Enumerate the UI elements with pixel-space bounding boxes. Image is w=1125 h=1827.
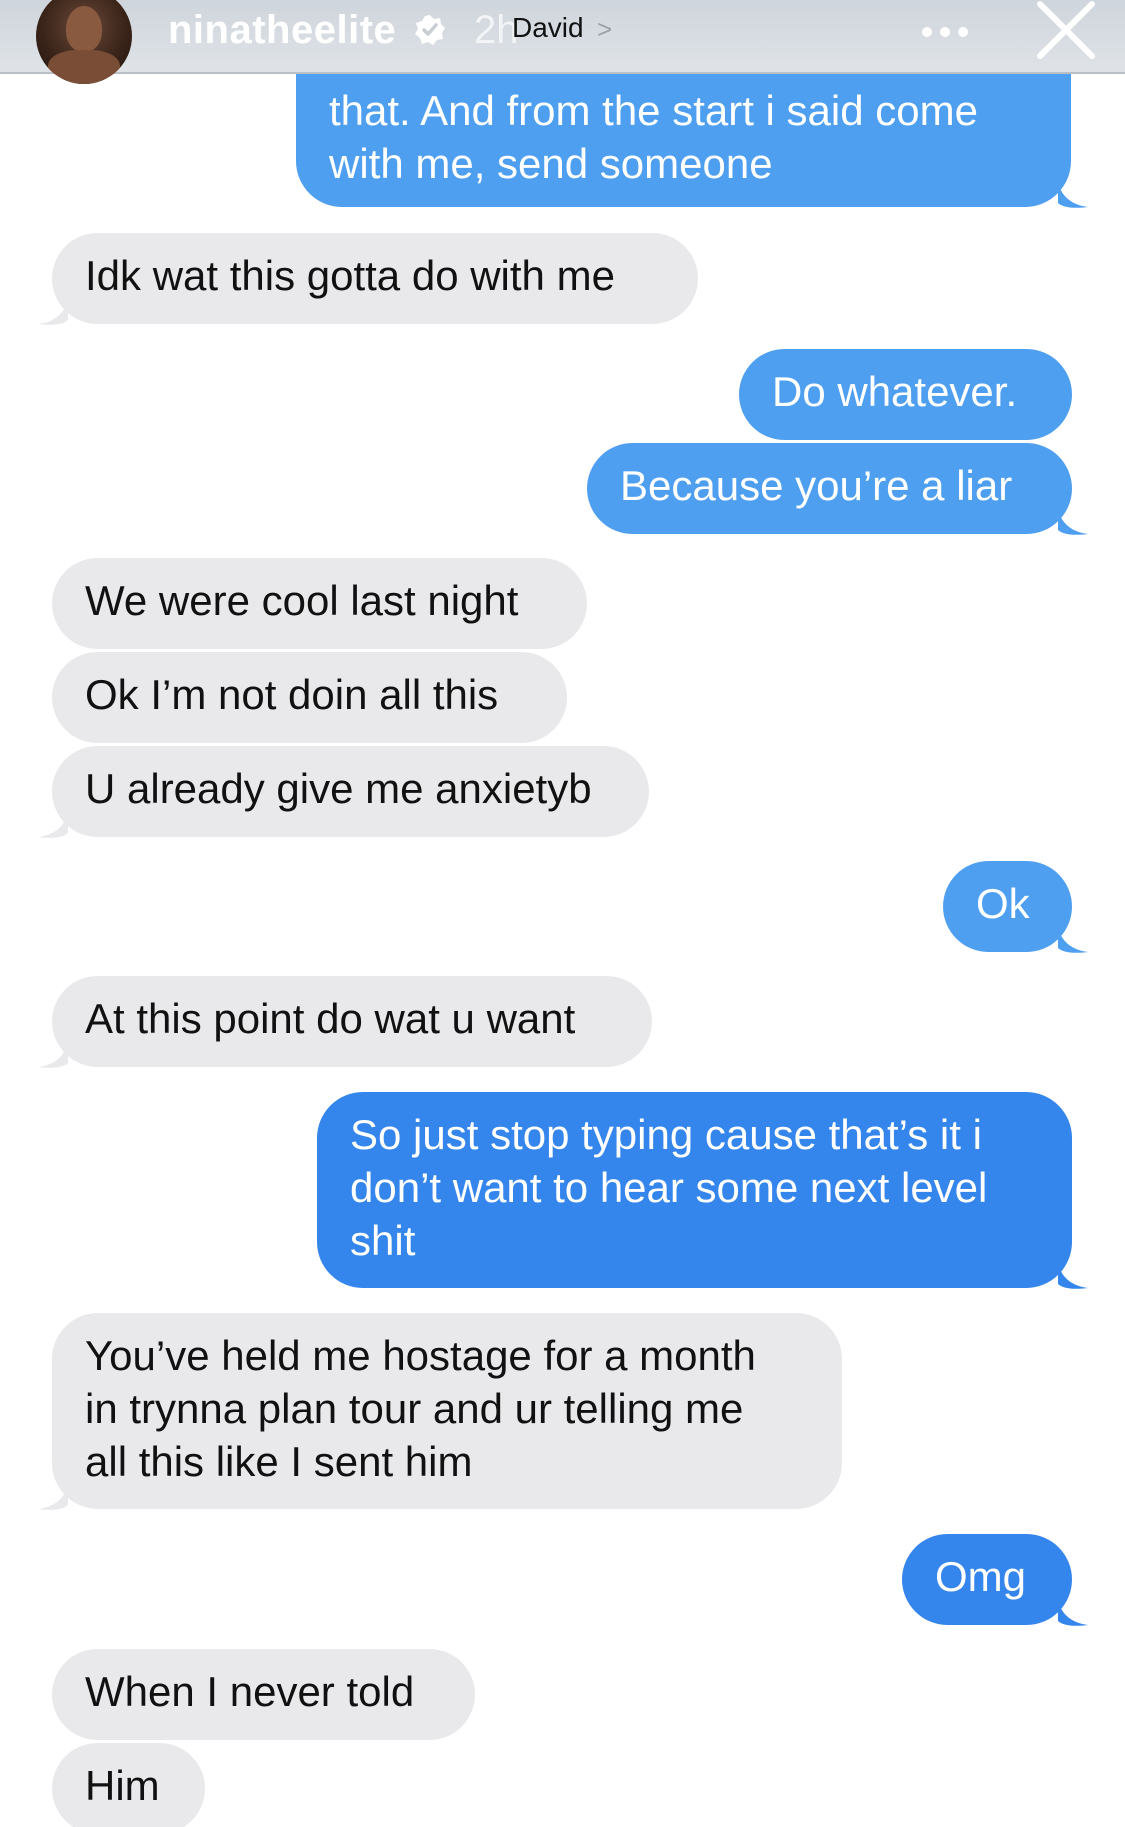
bubble-tail: [38, 1043, 68, 1068]
bubble-tail: [38, 1485, 68, 1510]
story-username[interactable]: ninatheelite: [168, 8, 396, 53]
message-bubble-incoming: Idk wat this gotta do with me: [52, 233, 698, 324]
bubble-tail: [38, 300, 68, 325]
message-bubble-incoming: You’ve held me hostage for a month in tr…: [52, 1313, 842, 1509]
chevron-right-icon: >: [597, 14, 613, 44]
avatar[interactable]: [36, 0, 132, 84]
verified-badge-icon: [415, 15, 445, 45]
bubble-tail: [1058, 1601, 1088, 1626]
story-view: that. And from the start i said come wit…: [0, 0, 1125, 1827]
message-bubble-outgoing: Do whatever.: [739, 349, 1072, 440]
message-bubble-incoming: At this point do wat u want: [52, 976, 652, 1067]
message-bubble-incoming: Him: [52, 1743, 205, 1827]
bubble-tail: [1058, 1264, 1088, 1289]
bubble-tail: [38, 813, 68, 838]
message-bubble-incoming: We were cool last night: [52, 558, 587, 649]
message-bubble-incoming: When I never told: [52, 1649, 475, 1740]
message-bubble-incoming: U already give me anxietyb: [52, 746, 649, 837]
story-header: ninatheelite 2h David >: [0, 0, 1125, 84]
bubble-tail: [1058, 183, 1088, 208]
message-bubble-outgoing: So just stop typing cause that’s it i do…: [317, 1092, 1072, 1288]
message-bubble-outgoing: Ok: [943, 861, 1072, 952]
message-bubble-outgoing: Omg: [902, 1534, 1072, 1625]
close-icon[interactable]: [1034, 0, 1098, 64]
more-icon[interactable]: [920, 22, 970, 42]
bubble-tail: [1058, 928, 1088, 953]
message-bubble-outgoing: Because you’re a liar: [587, 443, 1072, 534]
bubble-tail: [1058, 510, 1088, 535]
contact-name: David: [512, 12, 584, 43]
message-bubble-incoming: Ok I’m not doin all this: [52, 652, 567, 743]
